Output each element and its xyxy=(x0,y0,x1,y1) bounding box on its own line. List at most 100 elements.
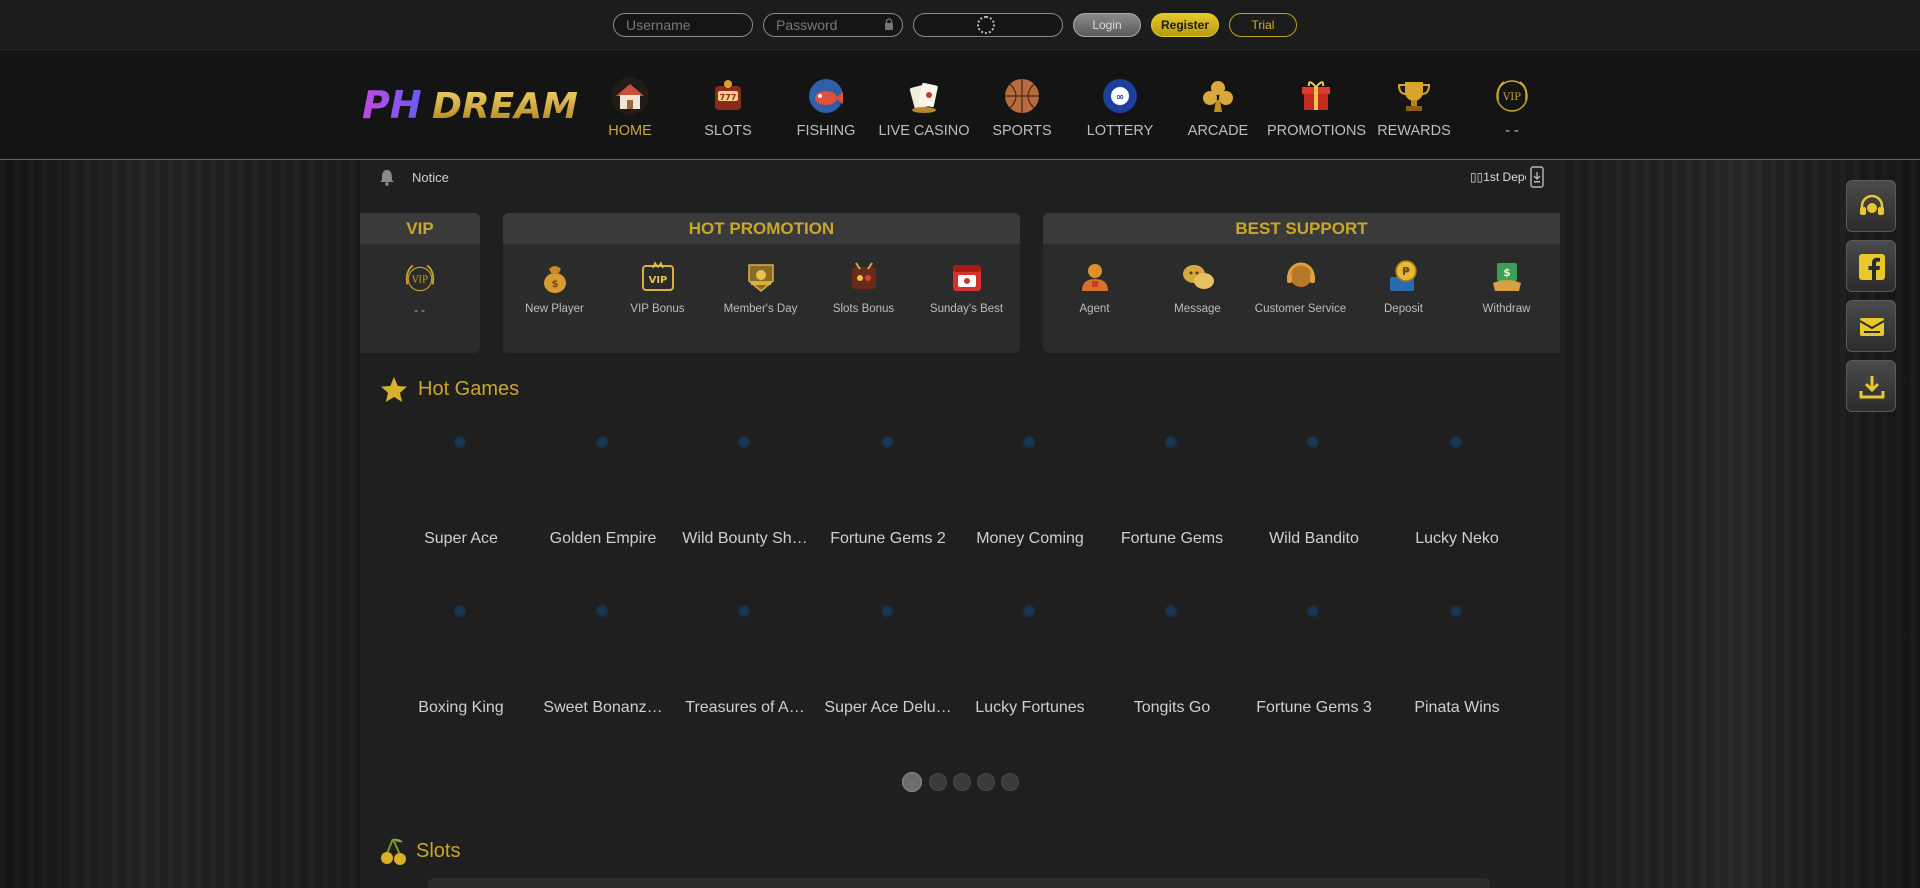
promo-sundays-best[interactable]: Sunday's Best xyxy=(915,259,1018,316)
notice-bar: Notice ▯▯1st Depo xyxy=(360,160,1560,195)
nav-vip[interactable]: VIP - - xyxy=(1463,50,1561,160)
slots-title: Slots xyxy=(416,840,461,862)
captcha-field[interactable] xyxy=(913,13,1063,37)
nav-lottery-label: LOTTERY xyxy=(1086,123,1154,139)
game-thumbnail[interactable] xyxy=(965,599,1095,699)
image-placeholder-icon xyxy=(596,436,608,448)
svg-text:DREAM: DREAM xyxy=(432,86,578,125)
game-thumbnail[interactable] xyxy=(1249,430,1379,530)
slots-strip xyxy=(428,878,1490,888)
promo-slots-bonus[interactable]: Slots Bonus xyxy=(812,259,915,316)
game-thumbnail[interactable] xyxy=(680,599,810,699)
promo-vip-bonus-label: VIP Bonus xyxy=(630,303,685,315)
game-thumbnail[interactable] xyxy=(538,599,668,699)
game-thumbnail[interactable] xyxy=(1107,430,1237,530)
game-thumbnail[interactable] xyxy=(1107,599,1237,699)
game-thumbnail[interactable] xyxy=(1392,599,1522,699)
nav-fishing[interactable]: FISHING xyxy=(777,50,875,160)
game-thumbnail[interactable] xyxy=(538,430,668,530)
game-card[interactable]: Fortune Gems 3 xyxy=(1249,599,1379,717)
game-name: Boxing King xyxy=(418,699,504,716)
game-card[interactable]: Money Coming xyxy=(965,430,1095,548)
game-card[interactable]: Lucky Fortunes xyxy=(965,599,1095,717)
nav-slots[interactable]: 777 SLOTS xyxy=(679,50,777,160)
image-placeholder-icon xyxy=(1165,436,1177,448)
notice-marquee[interactable]: ▯▯1st Depo xyxy=(1470,170,1526,184)
trial-button[interactable]: Trial xyxy=(1229,13,1297,37)
game-thumbnail[interactable] xyxy=(1249,599,1379,699)
facebook-button[interactable] xyxy=(1846,240,1896,292)
nav-promotions[interactable]: PROMOTIONS xyxy=(1267,50,1366,160)
mobile-download-icon[interactable] xyxy=(1530,166,1544,188)
pager-dot[interactable] xyxy=(953,773,971,791)
nav-lottery[interactable]: ∞ LOTTERY xyxy=(1071,50,1169,160)
game-thumbnail[interactable] xyxy=(1392,430,1522,530)
download-button[interactable] xyxy=(1846,360,1896,412)
game-card[interactable]: Pinata Wins xyxy=(1392,599,1522,717)
pager-dot[interactable] xyxy=(929,773,947,791)
support-agent[interactable]: Agent xyxy=(1043,259,1146,316)
support-deposit[interactable]: ₱ Deposit xyxy=(1352,259,1455,316)
game-thumbnail[interactable] xyxy=(823,599,953,699)
game-card[interactable]: Fortune Gems xyxy=(1107,430,1237,548)
game-thumbnail[interactable] xyxy=(680,430,810,530)
notice-marquee-text: ▯▯1st Depo xyxy=(1470,170,1526,184)
game-name: Super Ace Delu… xyxy=(824,699,952,716)
register-button[interactable]: Register xyxy=(1151,13,1219,37)
image-placeholder-icon xyxy=(1307,605,1319,617)
game-card[interactable]: Super Ace xyxy=(396,430,526,548)
game-card[interactable]: Wild Bounty Sh… xyxy=(680,430,810,548)
game-card[interactable]: Golden Empire xyxy=(538,430,668,548)
star-icon xyxy=(381,377,407,402)
pager-dot[interactable] xyxy=(1001,773,1019,791)
game-card[interactable]: Super Ace Delu… xyxy=(823,599,953,717)
best-support-title: BEST SUPPORT xyxy=(1043,213,1560,244)
game-thumbnail[interactable] xyxy=(823,430,953,530)
nav-fishing-label: FISHING xyxy=(796,123,856,139)
game-name: Fortune Gems 2 xyxy=(830,530,946,547)
game-card[interactable]: Lucky Neko xyxy=(1392,430,1522,548)
nav-rewards[interactable]: REWARDS xyxy=(1365,50,1463,160)
promo-vip-bonus[interactable]: VIP VIP Bonus xyxy=(606,259,709,316)
pager-dot[interactable] xyxy=(902,772,922,792)
nav-live-casino[interactable]: LIVE CASINO xyxy=(875,50,973,160)
password-input[interactable]: Password xyxy=(763,13,903,37)
cherry-icon xyxy=(381,838,406,865)
game-card[interactable]: Fortune Gems 2 xyxy=(823,430,953,548)
nav-live-casino-label: LIVE CASINO xyxy=(878,123,970,139)
game-card[interactable]: Treasures of A… xyxy=(680,599,810,717)
phdream-logo[interactable]: PH DREAM xyxy=(362,85,580,125)
vip-item-label: - - xyxy=(414,305,425,317)
best-support-panel: BEST SUPPORT Agent Message Customer Serv… xyxy=(1043,213,1560,353)
username-input[interactable]: Username xyxy=(613,13,753,37)
game-name: Money Coming xyxy=(976,530,1084,547)
vip-panel: VIP VIP - - xyxy=(360,213,480,353)
game-card[interactable]: Tongits Go xyxy=(1107,599,1237,717)
login-button[interactable]: Login xyxy=(1073,13,1141,37)
game-thumbnail[interactable] xyxy=(396,430,526,530)
chat-bubbles-icon xyxy=(1182,265,1214,289)
game-card[interactable]: Sweet Bonanz… xyxy=(538,599,668,717)
game-card[interactable]: Wild Bandito xyxy=(1249,430,1379,548)
game-thumbnail[interactable] xyxy=(396,599,526,699)
promo-new-player[interactable]: $ New Player xyxy=(503,259,606,316)
game-card[interactable]: Boxing King xyxy=(396,599,526,717)
pager-dot[interactable] xyxy=(977,773,995,791)
support-withdraw[interactable]: $ Withdraw xyxy=(1455,259,1558,316)
nav-sports[interactable]: SPORTS xyxy=(973,50,1071,160)
image-placeholder-icon xyxy=(454,605,466,617)
vip-item[interactable]: VIP - - xyxy=(368,261,471,318)
image-placeholder-icon xyxy=(881,605,893,617)
live-chat-button[interactable] xyxy=(1846,180,1896,232)
game-thumbnail[interactable] xyxy=(965,430,1095,530)
svg-text:∞: ∞ xyxy=(1116,92,1124,103)
support-agent-label: Agent xyxy=(1079,303,1110,315)
nav-arcade[interactable]: ARCADE xyxy=(1169,50,1267,160)
support-customer-service[interactable]: Customer Service xyxy=(1249,259,1352,316)
nav-home[interactable]: HOME xyxy=(581,50,679,160)
facebook-icon xyxy=(1859,254,1885,280)
support-withdraw-label: Withdraw xyxy=(1482,303,1531,315)
support-message[interactable]: Message xyxy=(1146,259,1249,316)
promo-members-day[interactable]: Member's Day xyxy=(709,259,812,316)
message-button[interactable] xyxy=(1846,300,1896,352)
